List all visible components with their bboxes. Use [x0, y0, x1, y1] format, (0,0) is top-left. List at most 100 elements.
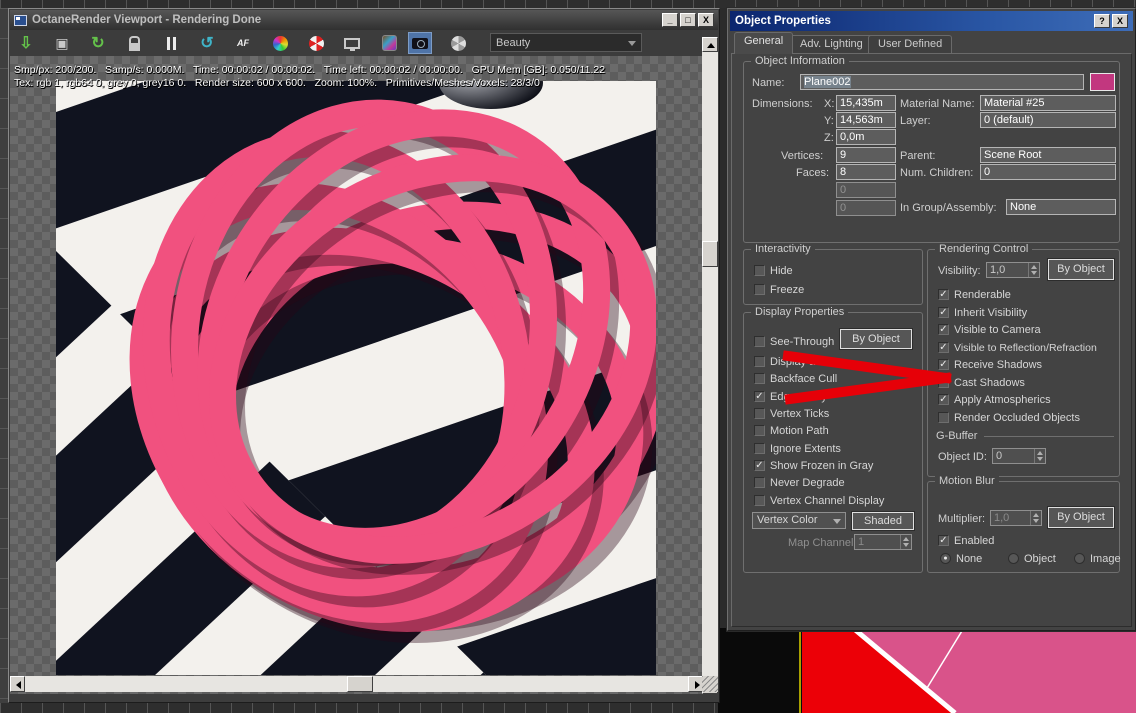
tab-user-defined[interactable]: User Defined	[868, 35, 953, 54]
object-color-swatch[interactable]	[1090, 73, 1115, 91]
checkbox-enabled[interactable]: ✓ Enabled	[938, 534, 994, 547]
resize-grip[interactable]	[702, 676, 718, 692]
horizontal-scrollbar[interactable]	[10, 676, 703, 692]
name-label: Name:	[752, 77, 785, 89]
map-channel-spinner: 1	[854, 534, 912, 550]
object-information-group: Object Information Name: Plane002 Dimens…	[743, 55, 1120, 243]
camera-icon[interactable]	[408, 32, 432, 54]
object-properties-dialog: Object Properties ? X General Adv. Light…	[726, 7, 1136, 632]
kernel-icon[interactable]	[446, 32, 470, 54]
checkbox-visible-to-reflection[interactable]: ✓ Visible to Reflection/Refraction	[938, 341, 1097, 354]
vertex-color-dropdown[interactable]: Vertex Color	[752, 512, 846, 529]
shaded-button[interactable]: Shaded	[851, 511, 915, 531]
octane-window-titlebar[interactable]: OctaneRender Viewport - Rendering Done _…	[10, 10, 718, 30]
render-pass-dropdown[interactable]: Beauty	[490, 33, 642, 52]
dialog-close-button[interactable]: X	[1112, 14, 1128, 28]
x-label: X:	[824, 98, 835, 110]
copy-clipboard-icon[interactable]: ▣	[50, 32, 74, 54]
render-passes-icon[interactable]	[377, 32, 401, 54]
horizontal-scroll-thumb[interactable]	[347, 676, 373, 692]
restart-render-icon[interactable]: ↻	[86, 32, 110, 54]
multiplier-label: Multiplier:	[938, 513, 986, 525]
rendered-image	[56, 81, 656, 675]
fit-screen-icon[interactable]	[340, 32, 364, 54]
checkbox-hide[interactable]: Hide	[754, 264, 793, 277]
dimensions-label: Dimensions:	[752, 98, 813, 110]
checkbox-ignore-extents[interactable]: Ignore Extents	[754, 442, 841, 455]
y-label: Y:	[824, 115, 834, 127]
material-name-field[interactable]: Material #25	[980, 95, 1116, 111]
vertical-scroll-thumb[interactable]	[702, 241, 718, 267]
checkbox-vertex-ticks[interactable]: Vertex Ticks	[754, 407, 829, 420]
save-image-icon[interactable]: ⇩	[14, 32, 38, 54]
num-children-field: 0	[980, 164, 1116, 180]
map-channel-label: Map Channel:	[788, 537, 857, 549]
checkbox-motion-path[interactable]: Motion Path	[754, 424, 829, 437]
motion-blur-by-object-button[interactable]: By Object	[1047, 506, 1115, 529]
checkbox-vertex-channel-display[interactable]: Vertex Channel Display	[754, 494, 884, 507]
help-button[interactable]: ?	[1094, 14, 1110, 28]
checkbox-never-degrade[interactable]: Never Degrade	[754, 476, 845, 489]
object-id-spinner[interactable]: 0	[992, 448, 1046, 464]
y-field[interactable]: 14,563m	[836, 112, 896, 128]
background-viewport-edge	[0, 8, 8, 703]
dialog-titlebar[interactable]: Object Properties ? X	[730, 11, 1133, 31]
parent-label: Parent:	[900, 150, 936, 162]
chevron-down-icon	[833, 519, 841, 524]
pause-icon[interactable]	[159, 32, 183, 54]
render-pass-value: Beauty	[496, 36, 531, 49]
arrow-up-icon	[707, 43, 715, 48]
chevron-down-icon	[628, 41, 636, 46]
layer-field[interactable]: 0 (default)	[980, 112, 1116, 128]
object-id-label: Object ID:	[938, 451, 987, 463]
checkbox-inherit-visibility[interactable]: ✓ Inherit Visibility	[938, 306, 1027, 319]
render-stats-line2: Tex: rgb 1, rgb64 0, grey 0, grey16 0. R…	[14, 77, 540, 89]
checkbox-render-occluded[interactable]: Render Occluded Objects	[938, 411, 1080, 424]
scroll-left-button[interactable]	[10, 676, 25, 692]
tab-adv-lighting[interactable]: Adv. Lighting	[790, 35, 873, 54]
render-view[interactable]: Smp/px: 200/200. Samp/s: 0.000M. Time: 0…	[10, 56, 703, 694]
radio-object[interactable]: Object	[1008, 552, 1056, 565]
annotation-arrow	[782, 350, 952, 405]
tab-general[interactable]: General	[734, 32, 794, 54]
vertical-scrollbar[interactable]	[702, 37, 718, 694]
arrow-left-icon	[16, 681, 21, 689]
arrow-right-icon	[695, 681, 700, 689]
checkbox-box	[754, 265, 765, 276]
checkbox-box	[754, 336, 765, 347]
visibility-spinner[interactable]: 1,0	[986, 262, 1040, 278]
refresh-icon[interactable]: ↺	[195, 32, 219, 54]
visibility-by-object-button[interactable]: By Object	[1047, 258, 1115, 281]
close-button[interactable]: X	[698, 13, 714, 27]
scroll-up-button[interactable]	[702, 37, 718, 52]
in-group-label: In Group/Assembly:	[900, 202, 997, 214]
checkbox-renderable[interactable]: ✓ Renderable	[938, 288, 1011, 301]
autofocus-icon[interactable]: AF	[231, 32, 255, 54]
radio-none[interactable]: ● None	[940, 552, 982, 565]
interactivity-group: Interactivity Hide Freeze	[743, 243, 923, 305]
name-field[interactable]: Plane002	[800, 74, 1084, 90]
extra-field-1: 0	[836, 182, 896, 198]
maximize-button[interactable]: □	[680, 13, 696, 27]
extra-field-2: 0	[836, 200, 896, 216]
priority-icon[interactable]	[304, 32, 328, 54]
octane-render-window: OctaneRender Viewport - Rendering Done _…	[8, 8, 720, 703]
material-ball-icon[interactable]	[268, 32, 292, 54]
in-group-field: None	[1006, 199, 1116, 215]
radio-image[interactable]: Image	[1074, 552, 1121, 565]
checkbox-visible-to-camera[interactable]: ✓ Visible to Camera	[938, 323, 1041, 336]
motion-blur-group: Motion Blur Multiplier: 1,0 By Object ✓ E…	[927, 475, 1121, 573]
checkbox-show-frozen-in-gray[interactable]: ✓ Show Frozen in Gray	[754, 459, 873, 472]
group-title: Object Information	[751, 55, 849, 67]
trackbar-top	[0, 0, 1136, 8]
minimize-button[interactable]: _	[662, 13, 678, 27]
lock-icon[interactable]	[122, 32, 146, 54]
checkbox-freeze[interactable]: Freeze	[754, 283, 804, 296]
checkbox-box	[754, 284, 765, 295]
x-field[interactable]: 15,435m	[836, 95, 896, 111]
z-label: Z:	[824, 132, 834, 144]
scroll-right-button[interactable]	[688, 676, 703, 692]
background-3d-viewport	[718, 628, 1136, 713]
parent-field: Scene Root	[980, 147, 1116, 163]
z-field[interactable]: 0,0m	[836, 129, 896, 145]
